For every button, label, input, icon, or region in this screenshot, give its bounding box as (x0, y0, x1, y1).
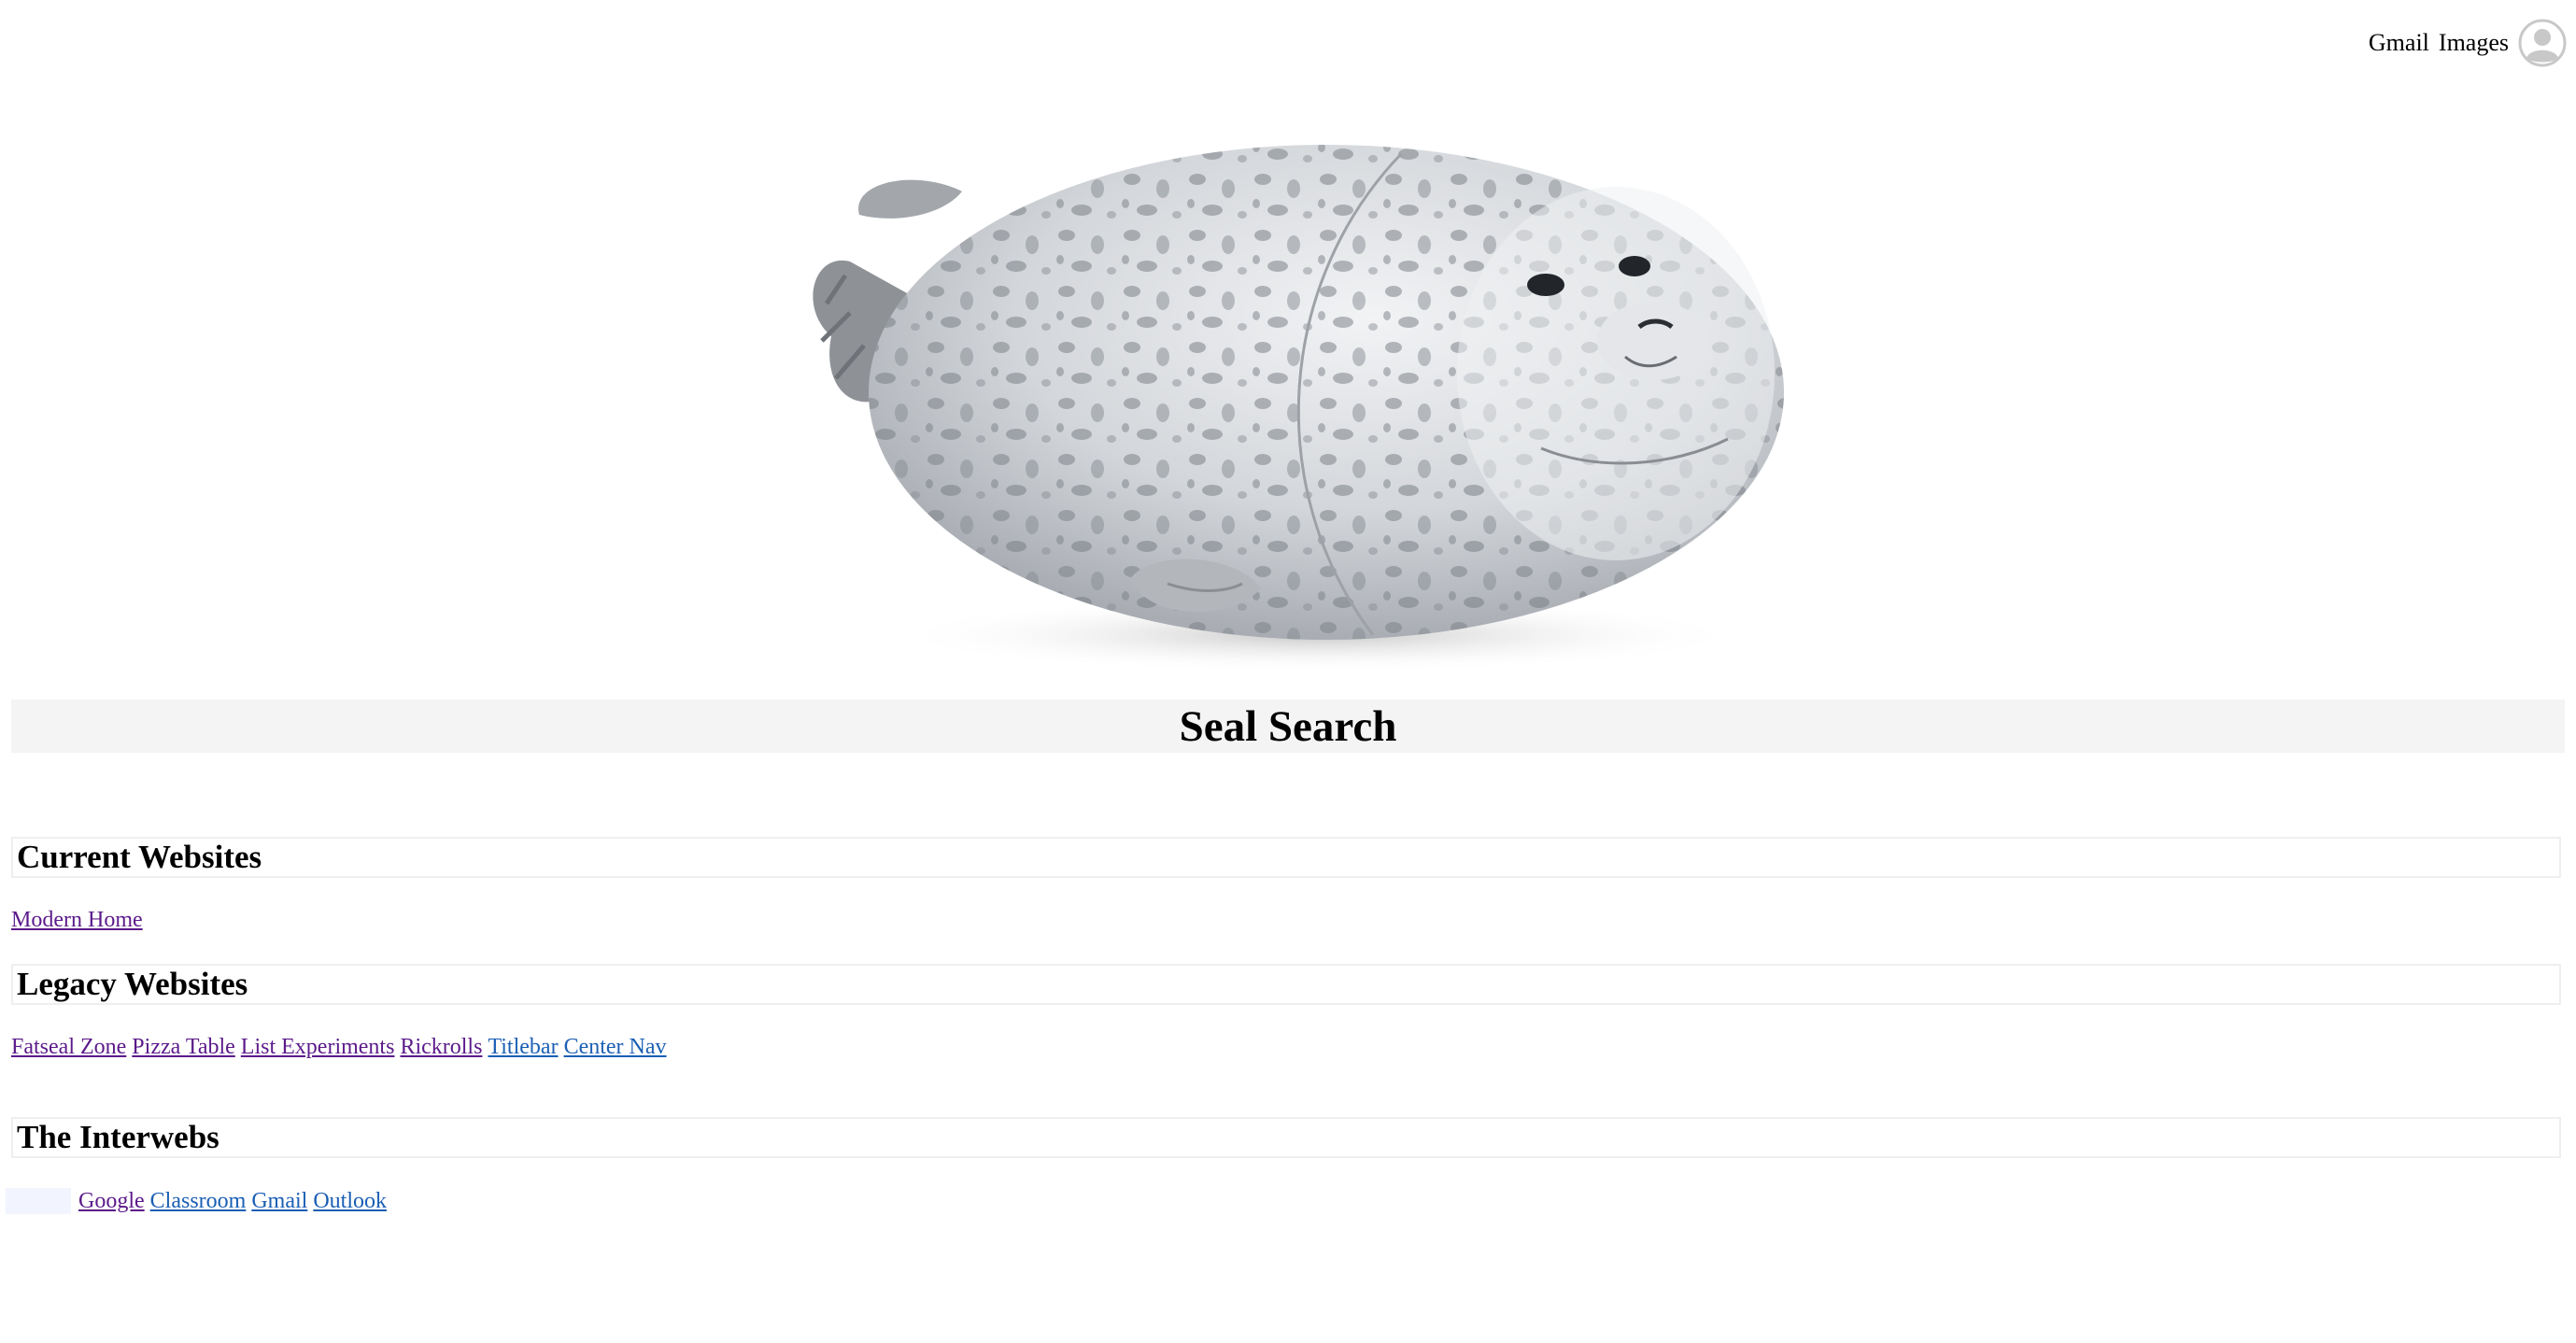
link-outlook[interactable]: Outlook (313, 1189, 387, 1214)
link-fatseal-zone[interactable]: Fatseal Zone (11, 1035, 126, 1060)
link-list-experiments[interactable]: List Experiments (241, 1035, 395, 1060)
account-circle-icon[interactable] (2518, 19, 2567, 67)
legacy-websites-heading: Legacy Websites (17, 966, 248, 1002)
blank-image-placeholder (6, 1188, 71, 1214)
top-bar: Gmail Images (2369, 19, 2567, 67)
page-title: Seal Search (1179, 701, 1397, 751)
legacy-websites-header: Legacy Websites (11, 964, 2561, 1005)
interwebs-header: The Interwebs (11, 1117, 2561, 1158)
interwebs-links: Google Classroom Gmail Outlook (6, 1188, 392, 1214)
link-classroom[interactable]: Classroom (150, 1189, 247, 1214)
title-bar: Seal Search (11, 700, 2565, 753)
current-websites-heading: Current Websites (17, 839, 262, 875)
interwebs-heading: The Interwebs (17, 1119, 219, 1155)
link-pizza-table[interactable]: Pizza Table (132, 1035, 235, 1060)
legacy-websites-links: Fatseal Zone Pizza Table List Experiment… (11, 1035, 672, 1060)
link-titlebar[interactable]: Titlebar (488, 1035, 558, 1060)
seal-plush-image (813, 145, 1784, 672)
link-modern-home[interactable]: Modern Home (11, 908, 143, 933)
images-link[interactable]: Images (2439, 29, 2509, 57)
link-google[interactable]: Google (78, 1189, 145, 1214)
current-websites-links: Modern Home (11, 908, 149, 933)
gmail-link[interactable]: Gmail (2369, 29, 2429, 57)
link-rickrolls[interactable]: Rickrolls (400, 1035, 482, 1060)
link-center-nav[interactable]: Center Nav (564, 1035, 667, 1060)
current-websites-header: Current Websites (11, 837, 2561, 878)
link-gmail[interactable]: Gmail (251, 1189, 307, 1214)
